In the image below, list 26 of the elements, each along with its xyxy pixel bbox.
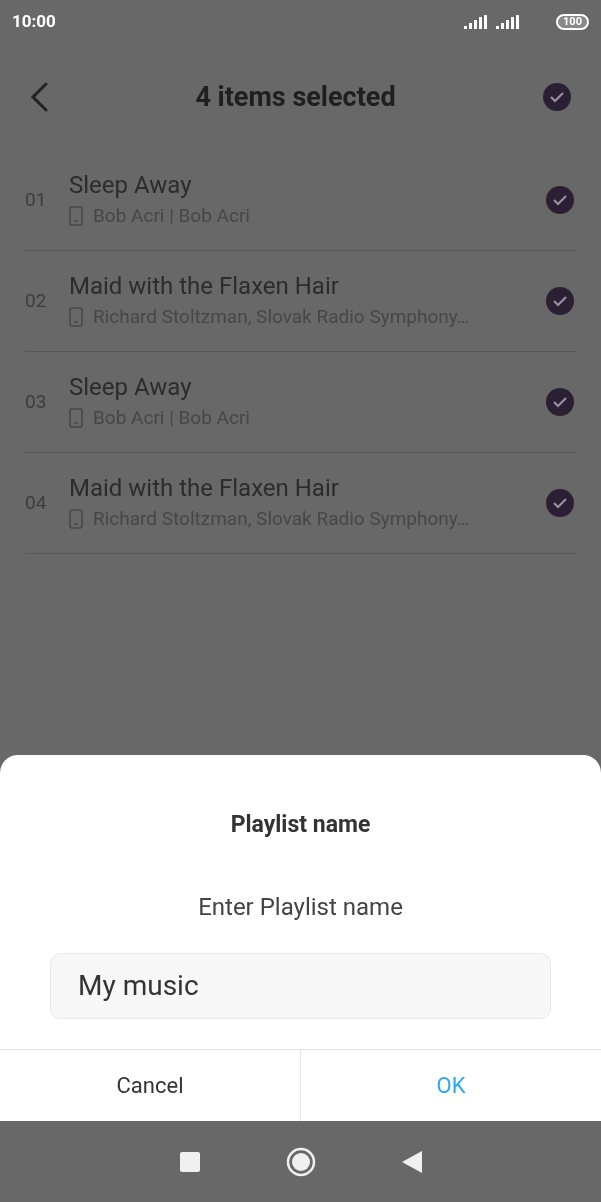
checkmark-icon[interactable] (546, 287, 574, 315)
phone-icon (69, 307, 83, 327)
signal-icon (496, 15, 521, 29)
checkmark-icon[interactable] (543, 83, 571, 111)
battery-level: 100 (556, 14, 589, 30)
song-title: Maid with the Flaxen Hair (69, 270, 339, 301)
checkmark-icon[interactable] (546, 186, 574, 214)
dialog-message: Enter Playlist name (197, 891, 404, 923)
phone-icon (69, 206, 83, 226)
checkmark-icon[interactable] (546, 489, 574, 517)
checkmark-icon[interactable] (546, 388, 574, 416)
cancel-button[interactable]: Cancel (0, 1049, 300, 1121)
recent-apps-icon[interactable] (179, 1151, 200, 1172)
back-icon[interactable] (30, 82, 48, 112)
signal-icon (464, 15, 489, 29)
dialog-title: Playlist name (229, 810, 372, 840)
song-title: Maid with the Flaxen Hair (69, 472, 339, 503)
phone-icon (69, 509, 83, 529)
name-input-field[interactable]: My music (50, 952, 551, 1019)
header-title: 4 items selected (194, 79, 397, 115)
home-icon[interactable] (285, 1146, 316, 1177)
status-time: 10:00 (12, 10, 56, 34)
phone-icon (69, 408, 83, 428)
back-icon[interactable] (401, 1150, 422, 1173)
song-title: Sleep Away (69, 371, 192, 402)
song-title: Sleep Away (69, 169, 192, 200)
